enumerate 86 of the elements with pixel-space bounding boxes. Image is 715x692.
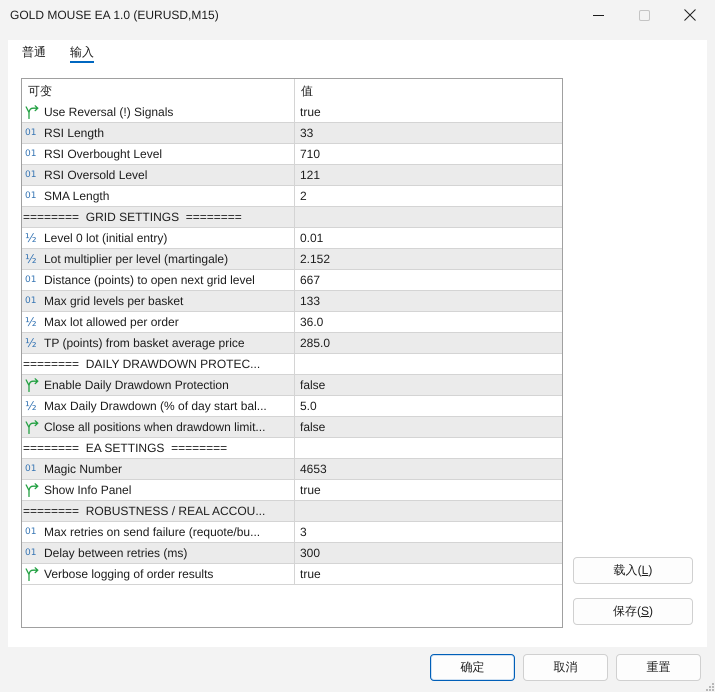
load-button[interactable]: 载入(L) (573, 557, 693, 584)
parameter-value: true (300, 567, 321, 581)
table-row[interactable]: Verbose logging of order results true (22, 564, 562, 585)
parameter-value: 300 (300, 546, 320, 560)
fraction-icon: ½ (25, 231, 39, 245)
parameter-name: Use Reversal (!) Signals (44, 105, 174, 119)
parameter-value: 0.01 (300, 231, 324, 245)
parameter-name: Max grid levels per basket (44, 294, 184, 308)
table-row[interactable]: Close all positions when drawdown limit... false (22, 417, 562, 438)
branch-arrow-icon (25, 420, 39, 434)
parameter-name: Delay between retries (ms) (44, 546, 188, 560)
parameter-name: Verbose logging of order results (44, 567, 214, 581)
parameter-value: 36.0 (300, 315, 324, 329)
digits-icon: 01 (25, 546, 39, 560)
fraction-icon: ½ (25, 315, 39, 329)
parameter-name: RSI Oversold Level (44, 168, 148, 182)
digits-icon: 01 (25, 525, 39, 539)
parameter-value: 4653 (300, 462, 327, 476)
parameter-value: false (300, 378, 326, 392)
digits-icon: 01 (25, 462, 39, 476)
parameter-value: 667 (300, 273, 320, 287)
window-title: GOLD MOUSE EA 1.0 (EURUSD,M15) (10, 8, 219, 22)
branch-arrow-icon (25, 567, 39, 581)
table-row[interactable]: ======== ROBUSTNESS / REAL ACCOU... (22, 501, 562, 522)
section-heading: ======== EA SETTINGS ======== (23, 441, 228, 455)
table-row[interactable]: 01 RSI Length 33 (22, 123, 562, 144)
tab[interactable]: 普通 (22, 45, 46, 63)
digits-icon: 01 (25, 273, 39, 287)
section-heading: ======== GRID SETTINGS ======== (23, 210, 242, 224)
ok-button[interactable]: 确定 (430, 654, 515, 681)
table-row[interactable]: Enable Daily Drawdown Protection false (22, 375, 562, 396)
digits-icon: 01 (25, 189, 39, 203)
parameter-name: Max retries on send failure (requote/bu... (44, 525, 260, 539)
digits-icon: 01 (25, 168, 39, 182)
parameter-name: Close all positions when drawdown limit... (44, 420, 266, 434)
parameter-name: Enable Daily Drawdown Protection (44, 378, 229, 392)
parameter-name: Max lot allowed per order (44, 315, 179, 329)
column-header: 值 (301, 84, 313, 98)
parameter-name: Level 0 lot (initial entry) (44, 231, 168, 245)
parameter-name: Show Info Panel (44, 483, 132, 497)
table-row[interactable]: 01 Max grid levels per basket 133 (22, 291, 562, 312)
tab[interactable]: 输入 (70, 45, 94, 63)
column-header: 可变 (28, 84, 52, 98)
parameter-value: 285.0 (300, 336, 330, 350)
parameter-value: 2.152 (300, 252, 330, 266)
branch-arrow-icon (25, 105, 39, 119)
parameter-name: SMA Length (44, 189, 110, 203)
save-button[interactable]: 保存(S) (573, 598, 693, 625)
digits-icon: 01 (25, 126, 39, 140)
parameter-name: Lot multiplier per level (martingale) (44, 252, 228, 266)
parameter-value: 5.0 (300, 399, 317, 413)
digits-icon: 01 (25, 147, 39, 161)
fraction-icon: ½ (25, 336, 39, 350)
parameter-name: Magic Number (44, 462, 122, 476)
parameter-value: true (300, 105, 321, 119)
fraction-icon: ½ (25, 399, 39, 413)
table-row[interactable]: 01 Magic Number 4653 (22, 459, 562, 480)
table-row[interactable]: ======== GRID SETTINGS ======== (22, 207, 562, 228)
parameter-name: RSI Length (44, 126, 104, 140)
parameter-value: 121 (300, 168, 320, 182)
section-heading: ======== DAILY DRAWDOWN PROTEC... (23, 357, 260, 371)
resize-grip-icon[interactable] (706, 683, 714, 691)
digits-icon: 01 (25, 294, 39, 308)
parameter-value: 3 (300, 525, 307, 539)
parameter-value: 133 (300, 294, 320, 308)
parameter-name: Distance (points) to open next grid level (44, 273, 255, 287)
reset-button[interactable]: 重置 (616, 654, 701, 681)
section-heading: ======== ROBUSTNESS / REAL ACCOU... (23, 504, 266, 518)
branch-arrow-icon (25, 378, 39, 392)
parameter-name: Max Daily Drawdown (% of day start bal... (44, 399, 267, 413)
parameter-value: 33 (300, 126, 314, 140)
table-row[interactable]: ½ Lot multiplier per level (martingale) 2.152 (22, 249, 562, 270)
table-row[interactable]: 01 Delay between retries (ms) 300 (22, 543, 562, 564)
branch-arrow-icon (25, 483, 39, 497)
parameter-value: 2 (300, 189, 307, 203)
parameter-name: TP (points) from basket average price (44, 336, 245, 350)
parameter-value: 710 (300, 147, 320, 161)
table-row[interactable]: ½ TP (points) from basket average price 285.0 (22, 333, 562, 354)
parameter-value: true (300, 483, 321, 497)
fraction-icon: ½ (25, 252, 39, 266)
parameter-value: false (300, 420, 326, 434)
close-icon[interactable] (684, 9, 696, 21)
minimize-icon[interactable] (592, 14, 604, 16)
table-row[interactable]: 01 RSI Oversold Level 121 (22, 165, 562, 186)
parameter-name: RSI Overbought Level (44, 147, 162, 161)
cancel-button[interactable]: 取消 (523, 654, 608, 681)
